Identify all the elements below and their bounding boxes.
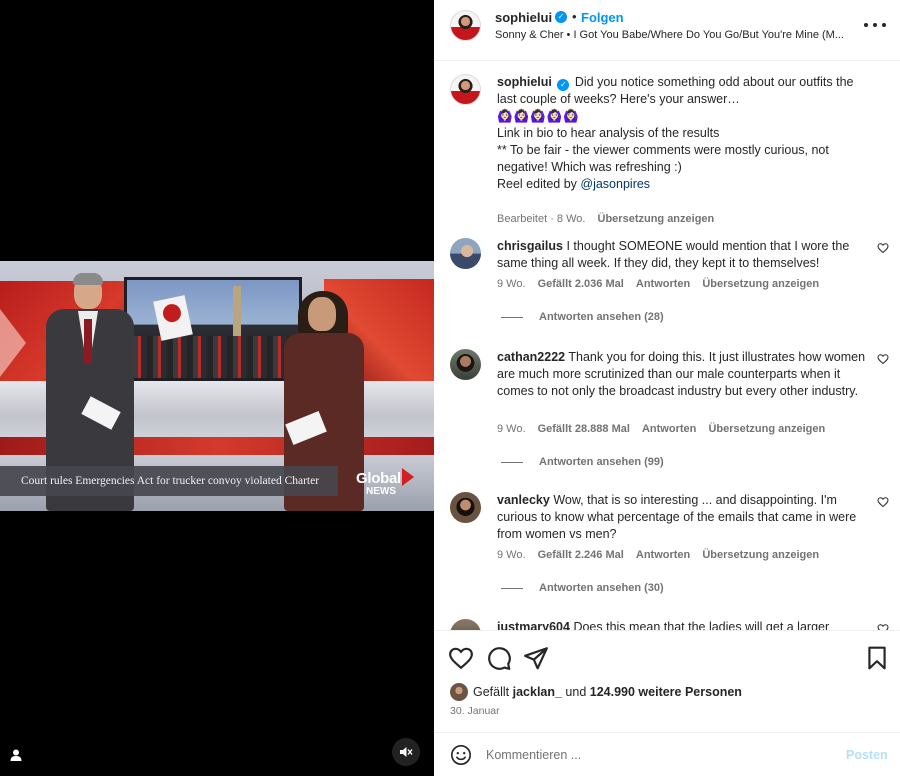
post-actions: Gefällt jacklan_ und 124.990 weitere Per…	[434, 630, 900, 726]
separator-dot: •	[572, 9, 577, 24]
caption-meta: Bearbeitet · 8 Wo. Übersetzung anzeigen	[497, 213, 715, 225]
comment-meta: 9 Wo. Gefällt 2.246 Mal Antworten Überse…	[497, 549, 820, 561]
comment-body: Does this mean that the ladies will get …	[573, 620, 830, 630]
paper-plane-icon[interactable]	[523, 645, 549, 671]
avatar[interactable]	[450, 238, 481, 269]
speaker-muted-icon	[400, 747, 413, 757]
comment-input[interactable]	[486, 743, 826, 767]
heart-icon[interactable]	[877, 496, 889, 508]
follow-button[interactable]: Folgen	[581, 10, 624, 25]
reply-button[interactable]: Antworten	[636, 278, 690, 290]
caption-username[interactable]: sophielui	[497, 75, 552, 89]
comment-meta: 9 Wo. Gefällt 28.888 Mal Antworten Übers…	[497, 423, 826, 435]
audio-track-link[interactable]: Sonny & Cher • I Got You Babe/Where Do Y…	[495, 29, 853, 41]
heart-icon[interactable]	[877, 353, 889, 365]
comment-username[interactable]: cathan2222	[497, 350, 565, 364]
add-comment-bar: Posten	[434, 732, 900, 776]
see-translation-link[interactable]: Übersetzung anzeigen	[598, 213, 715, 225]
comments-list[interactable]: sophielui ✓ Did you notice something odd…	[434, 62, 900, 630]
person-icon[interactable]	[9, 748, 23, 762]
avatar[interactable]	[450, 492, 481, 523]
mute-button[interactable]	[392, 738, 420, 766]
caption-text: sophielui ✓ Did you notice something odd…	[497, 74, 869, 193]
mention-link[interactable]: @jasonpires	[580, 177, 650, 191]
verified-badge-icon: ✓	[557, 79, 570, 91]
avatar[interactable]	[450, 10, 481, 41]
avatar	[450, 683, 468, 701]
post-header: sophielui ✓ • Folgen Sonny & Cher • I Go…	[434, 0, 900, 61]
smiley-icon[interactable]	[450, 744, 472, 766]
lower-third-headline: Court rules Emergencies Act for trucker …	[21, 475, 320, 487]
logo-mark-icon	[402, 468, 414, 486]
video-player[interactable]: Court rules Emergencies Act for trucker …	[0, 0, 434, 776]
comment-likes-count[interactable]: Gefällt 2.246 Mal	[538, 549, 624, 561]
see-translation-link[interactable]: Übersetzung anzeigen	[702, 278, 819, 290]
avatar[interactable]	[450, 619, 481, 630]
studio-video-wall	[124, 277, 302, 381]
comment-likes-count[interactable]: Gefällt 2.036 Mal	[538, 278, 624, 290]
bookmark-icon[interactable]	[864, 645, 890, 671]
heart-icon[interactable]	[877, 242, 889, 254]
post-comment-button[interactable]: Posten	[846, 748, 888, 762]
video-frame[interactable]: Court rules Emergencies Act for trucker …	[0, 261, 434, 511]
news-lower-third: Court rules Emergencies Act for trucker …	[0, 466, 338, 496]
reply-button[interactable]: Antworten	[636, 549, 690, 561]
view-replies-button[interactable]: Antworten ansehen (99)	[501, 456, 664, 468]
heart-icon[interactable]	[448, 645, 474, 671]
liker-username[interactable]: jacklan_	[513, 685, 562, 699]
heart-icon[interactable]	[877, 623, 889, 630]
comment-body: Wow, that is so interesting ... and disa…	[497, 493, 857, 541]
view-replies-button[interactable]: Antworten ansehen (28)	[501, 311, 664, 323]
avatar[interactable]	[450, 349, 481, 380]
see-translation-link[interactable]: Übersetzung anzeigen	[702, 549, 819, 561]
see-translation-link[interactable]: Übersetzung anzeigen	[708, 423, 825, 435]
post-date: 30. Januar	[450, 705, 500, 717]
comment-bubble-icon[interactable]	[486, 645, 512, 671]
post-side-panel: sophielui ✓ • Folgen Sonny & Cher • I Go…	[434, 0, 900, 776]
global-news-logo: Global NEWS	[346, 466, 434, 504]
likes-count[interactable]: 124.990 weitere Personen	[590, 685, 742, 699]
likes-summary[interactable]: Gefällt jacklan_ und 124.990 weitere Per…	[450, 683, 742, 701]
caption-emoji-row: 🙆🏻‍♀️🙆🏻‍♀️🙆🏻‍♀️🙆🏻‍♀️🙆🏻‍♀️	[497, 109, 580, 123]
comment-username[interactable]: chrisgailus	[497, 239, 563, 253]
author-username[interactable]: sophielui	[495, 10, 552, 25]
studio-chevron	[0, 309, 26, 377]
comment-username[interactable]: vanlecky	[497, 493, 550, 507]
comment-meta: 9 Wo. Gefällt 2.036 Mal Antworten Überse…	[497, 278, 820, 290]
comment-likes-count[interactable]: Gefällt 28.888 Mal	[538, 423, 630, 435]
reply-button[interactable]: Antworten	[642, 423, 696, 435]
more-horizontal-icon[interactable]	[864, 14, 886, 36]
comment-username[interactable]: justmary604	[497, 620, 570, 630]
verified-badge-icon: ✓	[555, 11, 567, 23]
avatar[interactable]	[450, 74, 481, 105]
view-replies-button[interactable]: Antworten ansehen (30)	[501, 582, 664, 594]
